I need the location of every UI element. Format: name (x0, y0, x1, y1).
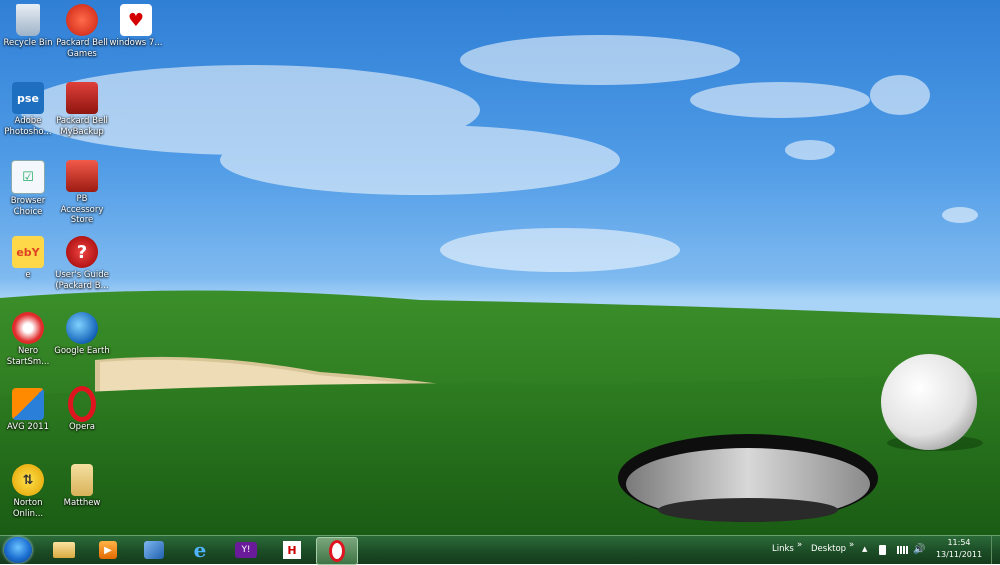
opera-icon (66, 386, 98, 422)
opera-shortcut[interactable]: Opera (54, 386, 110, 433)
volume-icon[interactable]: 🔊 (913, 544, 925, 555)
desktop-icon-label: Nero StartSm... (6, 346, 50, 367)
help-icon: ? (66, 236, 98, 268)
desktop-icon-label: Packard Bell MyBackup (56, 116, 108, 137)
heart-icon: ♥ (120, 4, 152, 36)
taskbar-hotmail[interactable]: H (272, 537, 312, 563)
browser-choice[interactable]: ☑ Browser Choice (0, 160, 56, 217)
norton-icon: ⇅ (12, 464, 44, 496)
explorer-icon (53, 542, 75, 558)
nero-icon (12, 312, 44, 344)
desktop-toolbar[interactable]: Desktop (811, 544, 846, 554)
desktop-icon-label: Norton Onlin... (12, 498, 44, 519)
taskbar-yahoo[interactable]: Y! (226, 537, 266, 563)
taskbar-paint[interactable] (134, 537, 174, 563)
desktop-icon-label: Recycle Bin (3, 38, 53, 48)
desktop-icon-label: Opera (68, 422, 96, 432)
taskbar-opera[interactable] (316, 537, 358, 565)
show-hidden-icons-button[interactable]: ▲ (862, 545, 867, 553)
desktop-icon-label: Packard Bell Games (56, 38, 108, 59)
show-desktop-button[interactable] (991, 536, 1000, 564)
desktop-icon-label: windows 7... (109, 38, 163, 48)
taskbar-internet-explorer[interactable]: e (180, 537, 220, 563)
google-earth-icon (66, 312, 98, 344)
internet-explorer-icon: e (193, 538, 207, 562)
clock-date[interactable]: 13/11/2011 (934, 550, 984, 559)
desktop-chevron[interactable]: » (849, 540, 854, 550)
avg-2011[interactable]: AVG 2011 (0, 388, 56, 433)
links-toolbar[interactable]: Links (772, 544, 794, 554)
desktop-icon-label: Browser Choice (10, 196, 46, 217)
user-folder-icon (71, 464, 93, 496)
photoshop-icon: pse (12, 82, 44, 114)
opera-icon (329, 540, 345, 562)
yahoo-icon: Y! (235, 542, 257, 558)
users-guide[interactable]: ? User's Guide (Packard B... (54, 236, 110, 291)
pb-accessory-store[interactable]: PB Accessory Store (54, 160, 110, 226)
recycle-bin-icon (16, 4, 40, 36)
matthew-folder[interactable]: Matthew (54, 464, 110, 509)
desktop-icon-label: User's Guide (Packard B... (55, 270, 109, 291)
network-icon[interactable] (897, 546, 908, 554)
packard-bell-games[interactable]: Packard Bell Games (54, 4, 110, 59)
power-icon[interactable] (879, 545, 886, 555)
desktop-icon-label: Google Earth (54, 346, 110, 356)
browser-choice-icon: ☑ (11, 160, 45, 194)
desktop-icon-label: e (25, 270, 31, 280)
media-player-icon: ▶ (99, 541, 117, 559)
desktop-icon-label: Matthew (63, 498, 101, 508)
desktop-wallpaper (0, 0, 1000, 535)
ebay-shortcut[interactable]: ebY e (0, 236, 56, 281)
norton-online[interactable]: ⇅ Norton Onlin... (0, 464, 56, 519)
clock-time[interactable]: 11:54 (934, 538, 984, 547)
ebay-icon: ebY (12, 236, 44, 268)
taskbar-explorer[interactable] (44, 537, 84, 563)
desktop-icon-label: PB Accessory Store (60, 194, 104, 225)
google-earth[interactable]: Google Earth (54, 312, 110, 357)
adobe-photoshop[interactable]: pse Adobe Photosho... (0, 82, 56, 137)
games-icon (66, 4, 98, 36)
backup-icon (66, 82, 98, 114)
start-button[interactable] (4, 537, 32, 563)
taskbar-media-player[interactable]: ▶ (88, 537, 128, 563)
hotmail-icon: H (283, 541, 301, 559)
recycle-bin[interactable]: Recycle Bin (0, 4, 56, 49)
windows7-shortcut[interactable]: ♥ windows 7... (108, 4, 164, 49)
desktop-icon-label: Adobe Photosho... (4, 116, 52, 137)
paint-icon (144, 541, 164, 559)
taskbar: ▶ e Y! H Links » Desktop » ▲ 🔊 11:54 13/… (0, 535, 1000, 565)
nero-startsmart[interactable]: Nero StartSm... (0, 312, 56, 367)
store-icon (66, 160, 98, 192)
avg-icon (12, 388, 44, 420)
packard-bell-mybackup[interactable]: Packard Bell MyBackup (54, 82, 110, 137)
desktop-icon-label: AVG 2011 (6, 422, 49, 432)
links-chevron[interactable]: » (797, 540, 802, 550)
golf-scene (0, 35, 1000, 535)
